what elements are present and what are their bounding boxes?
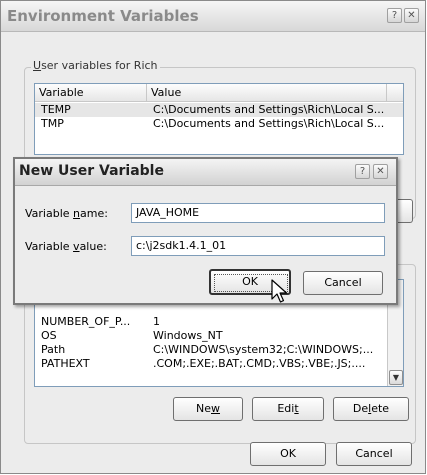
scroll-down-button[interactable]: ▼ (389, 370, 403, 385)
table-row[interactable]: NUMBER_OF_P... 1 (35, 315, 387, 329)
user-variables-label: User variables for Rich (31, 59, 160, 72)
column-header-variable[interactable]: Variable (35, 84, 147, 101)
table-row[interactable]: TEMP C:\Documents and Settings\Rich\Loca… (35, 103, 403, 117)
close-icon: ✕ (376, 166, 385, 177)
variable-cell: TMP (41, 117, 64, 130)
variable-value-field[interactable]: c:\j2sdk1.4.1_01 (131, 236, 385, 256)
value-cell: 1 (153, 315, 160, 328)
value-cell: Windows_NT (153, 329, 223, 342)
dialog-title-bar: New User Variable ? ✕ (15, 159, 396, 186)
new-user-variable-dialog: New User Variable ? ✕ Variable name: JAV… (13, 157, 398, 305)
dialog-cancel-button[interactable]: Cancel (303, 271, 383, 295)
env-title-bar: Environment Variables ? ✕ (1, 1, 425, 32)
variable-cell: OS (41, 329, 57, 342)
table-row[interactable]: PATHEXT .COM;.EXE;.BAT;.CMD;.VBS;.VBE;.J… (35, 357, 387, 371)
value-cell: C:\WINDOWS\system32;C:\WINDOWS;... (153, 343, 374, 356)
edit-button[interactable]: Edit (252, 397, 324, 421)
table-row[interactable]: TMP C:\Documents and Settings\Rich\Local… (35, 117, 403, 131)
variable-cell: Path (41, 343, 66, 356)
variable-cell: TEMP (41, 103, 71, 116)
variable-name-label: Variable name: (25, 207, 108, 220)
help-icon: ? (391, 10, 398, 21)
variable-cell: NUMBER_OF_P... (41, 315, 131, 328)
mouse-cursor-icon (271, 279, 288, 303)
variable-name-field[interactable]: JAVA_HOME (131, 203, 385, 223)
env-help-button[interactable]: ? (387, 8, 402, 23)
dialog-help-button[interactable]: ? (355, 164, 370, 179)
table-row[interactable]: Path C:\WINDOWS\system32;C:\WINDOWS;... (35, 343, 387, 357)
list-header: Variable Value (35, 84, 403, 102)
column-header-value[interactable]: Value (147, 84, 387, 101)
delete-button[interactable]: Delete (333, 397, 409, 421)
table-row[interactable]: OS Windows_NT (35, 329, 387, 343)
chevron-down-icon: ▼ (392, 373, 400, 382)
ok-button[interactable]: OK (250, 442, 326, 466)
env-title: Environment Variables (7, 7, 199, 25)
value-cell: C:\Documents and Settings\Rich\Local S..… (153, 103, 385, 116)
close-icon: ✕ (407, 10, 416, 21)
new-button[interactable]: New (173, 397, 243, 421)
user-variables-list[interactable]: Variable Value TEMP C:\Documents and Set… (34, 83, 404, 155)
env-close-button[interactable]: ✕ (404, 8, 419, 23)
value-cell: C:\Documents and Settings\Rich\Local S..… (153, 117, 385, 130)
variable-value-label: Variable value: (25, 240, 107, 253)
help-icon: ? (359, 166, 366, 177)
dialog-title: New User Variable (19, 163, 164, 179)
variable-cell: PATHEXT (41, 357, 90, 370)
value-cell: .COM;.EXE;.BAT;.CMD;.VBS;.VBE;.JS;.... (153, 357, 366, 370)
cancel-button[interactable]: Cancel (336, 442, 412, 466)
user-delete-button-partial[interactable] (397, 199, 413, 223)
dialog-close-button[interactable]: ✕ (373, 164, 388, 179)
